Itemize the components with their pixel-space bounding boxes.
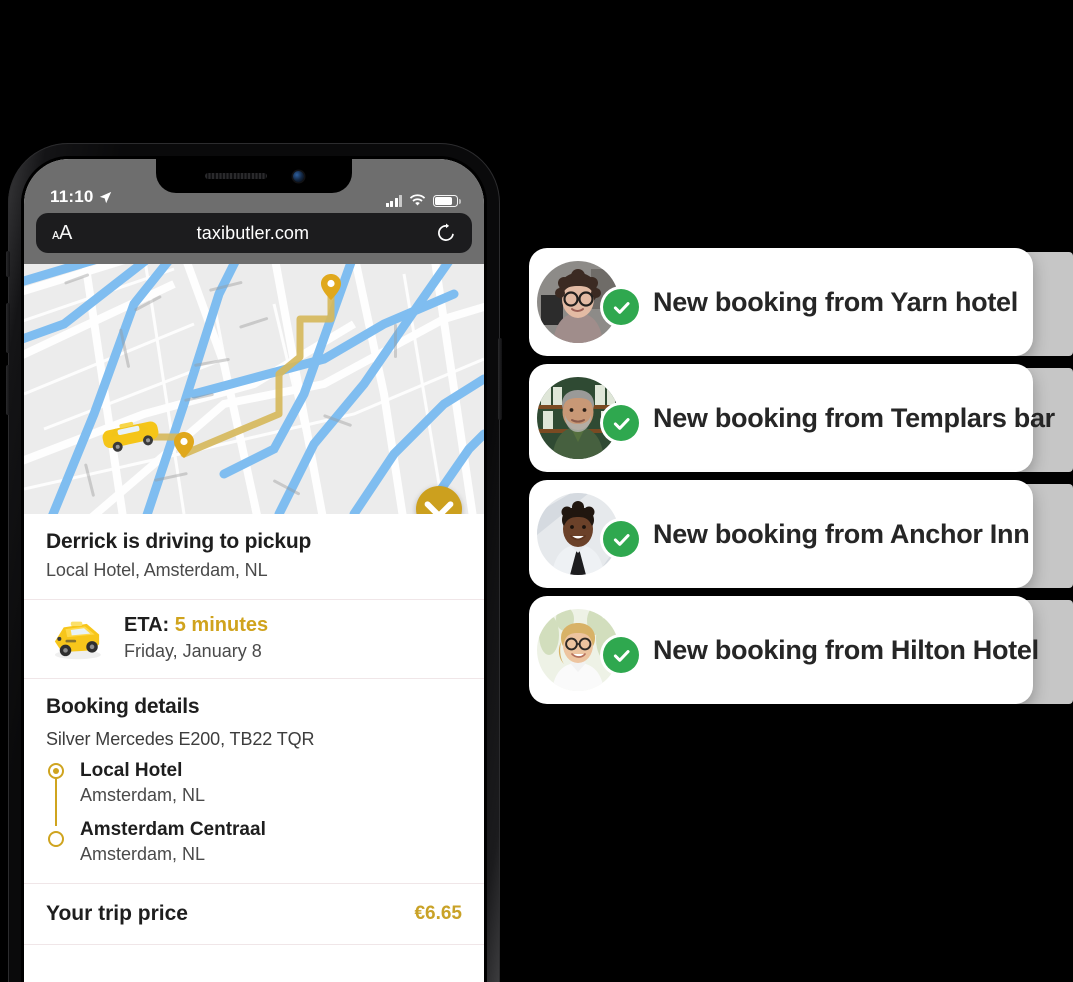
notification-row: New booking from Templars bar xyxy=(529,364,1073,480)
eta-row: ETA: 5 minutes Friday, January 8 xyxy=(24,600,484,678)
wifi-icon xyxy=(409,194,426,206)
stop-item: Local Hotel Amsterdam, NL xyxy=(80,760,462,806)
eta-label: ETA: xyxy=(124,614,170,636)
check-circle-icon xyxy=(603,521,639,557)
trip-sheet: Derrick is driving to pickup Local Hotel… xyxy=(24,514,484,945)
trip-status-subtitle: Local Hotel, Amsterdam, NL xyxy=(46,560,268,580)
vehicle-description: Silver Mercedes E200, TB22 TQR xyxy=(46,729,315,749)
text-size-icon[interactable]: ᴀA xyxy=(52,222,72,245)
notification-list: New booking from Yarn hotel New booking … xyxy=(529,248,1073,712)
notification-card[interactable]: New booking from Yarn hotel xyxy=(529,248,1033,356)
reload-icon[interactable] xyxy=(434,223,456,243)
notification-text: New booking from Templars bar xyxy=(653,402,1055,433)
check-circle-icon xyxy=(603,289,639,325)
status-bar-right xyxy=(385,194,461,207)
eta-value: 5 minutes xyxy=(174,614,269,636)
stop-city: Amsterdam, NL xyxy=(80,785,206,805)
map-canvas xyxy=(24,264,484,514)
eta-date: Friday, January 8 xyxy=(124,641,262,661)
notification-row: New booking from Yarn hotel xyxy=(529,248,1073,364)
collapse-sheet-button[interactable] xyxy=(416,486,462,514)
booking-details-block: Booking details Silver Mercedes E200, TB… xyxy=(24,679,484,883)
chevron-down-icon xyxy=(424,501,454,514)
phone-notch xyxy=(156,159,352,193)
notification-row: New booking from Hilton Hotel xyxy=(529,596,1073,712)
notification-card[interactable]: New booking from Hilton Hotel xyxy=(529,596,1039,704)
phone-screen: 11:10 ᴀA taxibutler.com Derrick is drivi… xyxy=(24,159,484,982)
avatar xyxy=(537,261,639,343)
notification-card[interactable]: New booking from Anchor Inn xyxy=(529,480,1033,588)
avatar xyxy=(537,377,639,459)
power-button[interactable] xyxy=(498,338,502,420)
signal-bars-icon xyxy=(385,195,402,207)
stop-city: Amsterdam, NL xyxy=(80,844,206,864)
check-circle-icon xyxy=(603,405,639,441)
notification-text: New booking from Hilton Hotel xyxy=(653,634,1039,665)
page-root: 11:10 ᴀA taxibutler.com Derrick is drivi… xyxy=(0,0,1073,982)
address-bar[interactable]: ᴀA taxibutler.com xyxy=(36,213,472,253)
trip-price-label: Your trip price xyxy=(46,902,188,925)
stop-item: Amsterdam Centraal Amsterdam, NL xyxy=(80,819,462,865)
stops-list: Local Hotel Amsterdam, NL Amsterdam Cent… xyxy=(46,760,462,865)
divider xyxy=(24,944,484,945)
stop-name: Amsterdam Centraal xyxy=(80,819,266,840)
pickup-dot-icon xyxy=(48,763,64,779)
phone-device: 11:10 ᴀA taxibutler.com Derrick is drivi… xyxy=(6,143,502,982)
location-arrow-icon xyxy=(99,191,111,203)
url-text: taxibutler.com xyxy=(196,222,310,243)
silent-switch[interactable] xyxy=(6,251,10,277)
check-circle-icon xyxy=(603,637,639,673)
browser-toolbar: ᴀA taxibutler.com xyxy=(24,213,484,264)
notification-card[interactable]: New booking from Templars bar xyxy=(529,364,1055,472)
volume-up-button[interactable] xyxy=(6,303,10,353)
battery-icon xyxy=(433,194,461,207)
earpiece-speaker-icon xyxy=(204,173,267,179)
avatar xyxy=(537,609,639,691)
trip-status-block: Derrick is driving to pickup Local Hotel… xyxy=(24,514,484,599)
trip-price-row: Your trip price €6.65 xyxy=(24,884,484,944)
front-camera-icon xyxy=(292,170,304,182)
notification-text: New booking from Yarn hotel xyxy=(653,286,1018,317)
status-bar-left: 11:10 xyxy=(50,187,112,207)
phone-bezel: 11:10 ᴀA taxibutler.com Derrick is drivi… xyxy=(21,156,487,982)
trip-status-title: Derrick is driving to pickup xyxy=(46,530,312,553)
avatar xyxy=(537,493,639,575)
status-time: 11:10 xyxy=(50,187,94,206)
eta-text: ETA: 5 minutes Friday, January 8 xyxy=(124,614,268,662)
text-size-small-a: ᴀ xyxy=(52,225,59,243)
notification-text: New booking from Anchor Inn xyxy=(653,518,1030,549)
text-size-large-a: A xyxy=(58,221,72,244)
volume-down-button[interactable] xyxy=(6,365,10,415)
trip-price-value: €6.65 xyxy=(414,903,462,924)
dropoff-dot-icon xyxy=(48,831,64,847)
taxi-car-icon xyxy=(54,621,101,660)
booking-details-heading: Booking details xyxy=(46,695,200,718)
notification-row: New booking from Anchor Inn xyxy=(529,480,1073,596)
stop-name: Local Hotel xyxy=(80,760,183,781)
map-view[interactable] xyxy=(24,264,484,514)
